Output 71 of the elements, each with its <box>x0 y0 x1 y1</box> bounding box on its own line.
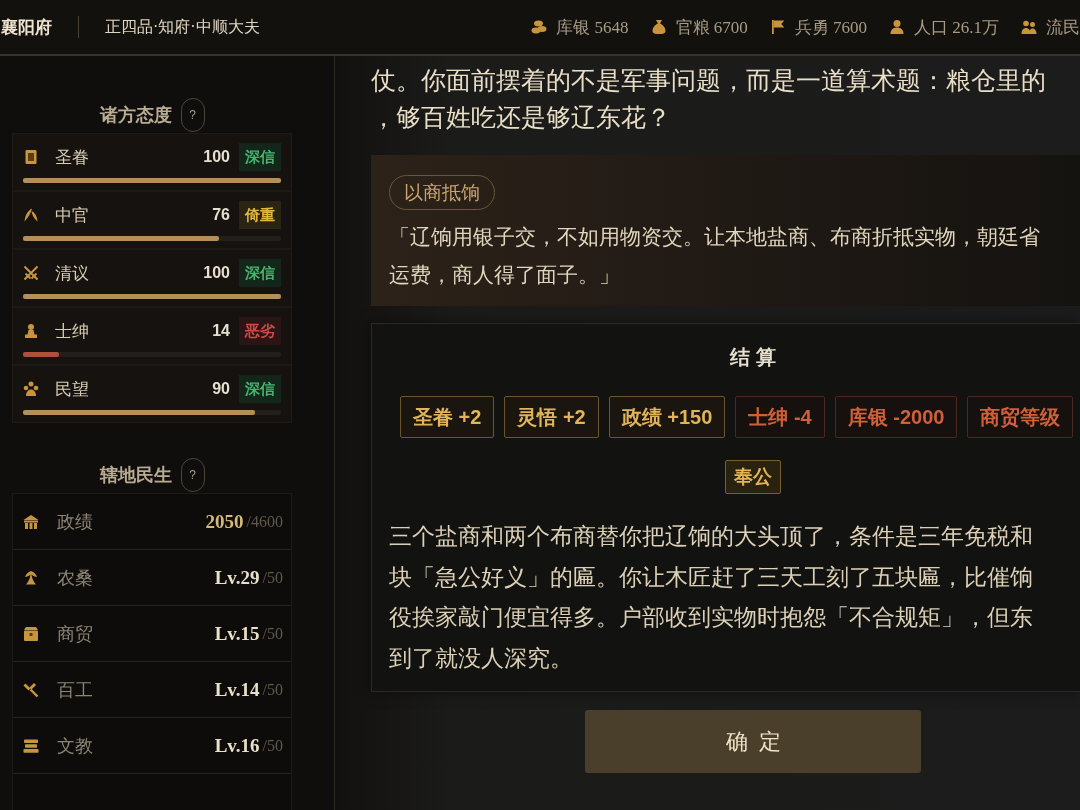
status-tag: 恶劣 <box>239 317 281 345</box>
effect-tag: 政绩 +150 <box>608 396 726 438</box>
building-icon <box>23 513 39 530</box>
status-tag: 深信 <box>239 259 281 287</box>
stat-max: /4600 <box>246 512 283 531</box>
stat-value: 2050 <box>205 510 244 533</box>
stat-name: 百工 <box>57 678 93 702</box>
stat-max: /50 <box>262 736 283 755</box>
effect-tag: 灵悟 +2 <box>504 396 599 438</box>
people-icon <box>1021 19 1037 35</box>
attitude-value: 90 <box>212 380 230 398</box>
chest-icon <box>23 625 39 642</box>
attitude-name: 士绅 <box>55 320 89 343</box>
confirm-button[interactable]: 确定 <box>585 710 921 773</box>
coins-icon <box>531 19 548 35</box>
narrative-line: ，够百姓吃还是够辽东花？ <box>371 103 672 133</box>
attitude-value: 100 <box>203 148 230 166</box>
person-icon <box>889 19 905 35</box>
narrative-line: 仗。你面前摆着的不是军事问题，而是一道算术题：粮仓里的 <box>371 66 1047 96</box>
stat-value: Lv.14 <box>214 678 260 701</box>
resource-label: 流民 <box>1046 16 1080 39</box>
resource-label: 兵勇 7600 <box>794 16 867 39</box>
resource-label: 人口 26.1万 <box>914 16 999 39</box>
rank-title: 正四品·知府·中顺大夫 <box>105 16 260 37</box>
stat-value: Lv.29 <box>214 566 260 589</box>
quote-line: 运费，商人得了面子。」 <box>389 262 621 289</box>
crossed-swords-icon <box>23 265 39 281</box>
effect-tag: 库银 -2000 <box>834 396 958 438</box>
settlement-title: 结算 <box>728 345 782 370</box>
resource-label: 官粮 6700 <box>675 16 748 39</box>
sack-icon <box>650 19 667 35</box>
outcome-line: 块「急公好义」的匾。你让木匠赶了三天工刻了五块匾，比催饷 <box>389 563 1034 592</box>
quote-line: 「辽饷用银子交，不如用物资交。让本地盐商、布商折抵实物，朝廷省 <box>389 224 1041 251</box>
stat-max: /50 <box>262 568 283 587</box>
stat-max: /50 <box>262 624 283 643</box>
stat-max: /50 <box>262 680 283 699</box>
stat-value: Lv.15 <box>214 622 260 645</box>
outcome-line: 到了就没人深究。 <box>389 644 574 673</box>
outcome-line: 役挨家敲门便宜得多。户部收到实物时抱怨「不合规矩」，但东 <box>389 604 1034 632</box>
stat-name: 商贸 <box>57 622 93 646</box>
section-title: 诸方态度 <box>99 104 172 127</box>
effect-tag: 圣眷 +2 <box>400 396 495 438</box>
stat-name: 文教 <box>57 734 93 758</box>
attitude-value: 76 <box>212 206 230 224</box>
status-tag: 倚重 <box>239 201 281 229</box>
attitude-value: 100 <box>203 264 230 282</box>
status-tag: 深信 <box>239 143 281 171</box>
stat-name: 政绩 <box>57 510 93 534</box>
leaves-icon <box>23 207 39 223</box>
resource-label: 库银 5648 <box>556 16 629 39</box>
section-title: 辖地民生 <box>99 464 172 487</box>
stat-value: Lv.16 <box>214 734 260 757</box>
effect-tag: 商贸等级 <box>967 396 1074 438</box>
attitude-name: 中官 <box>55 204 89 227</box>
flag-icon <box>769 19 786 35</box>
attitude-value: 14 <box>212 322 230 340</box>
stack-icon <box>23 737 39 754</box>
attitude-name: 民望 <box>55 378 89 401</box>
frame-icon <box>23 149 39 165</box>
attitude-name: 清议 <box>55 262 89 285</box>
attitude-name: 圣眷 <box>55 146 89 169</box>
effect-tag: 士绅 -4 <box>735 396 825 438</box>
pawn-icon <box>23 323 39 339</box>
status-tag: 深信 <box>239 375 281 403</box>
plant-icon <box>23 569 39 586</box>
city-name: 襄阳府 <box>1 16 52 39</box>
stat-name: 农桑 <box>57 566 93 590</box>
outcome-line: 三个盐商和两个布商替你把辽饷的大头顶了，条件是三年免税和 <box>389 523 1034 551</box>
paw-icon <box>23 381 39 397</box>
hammer-icon <box>23 681 39 698</box>
trait-tag: 奉公 <box>725 460 781 494</box>
